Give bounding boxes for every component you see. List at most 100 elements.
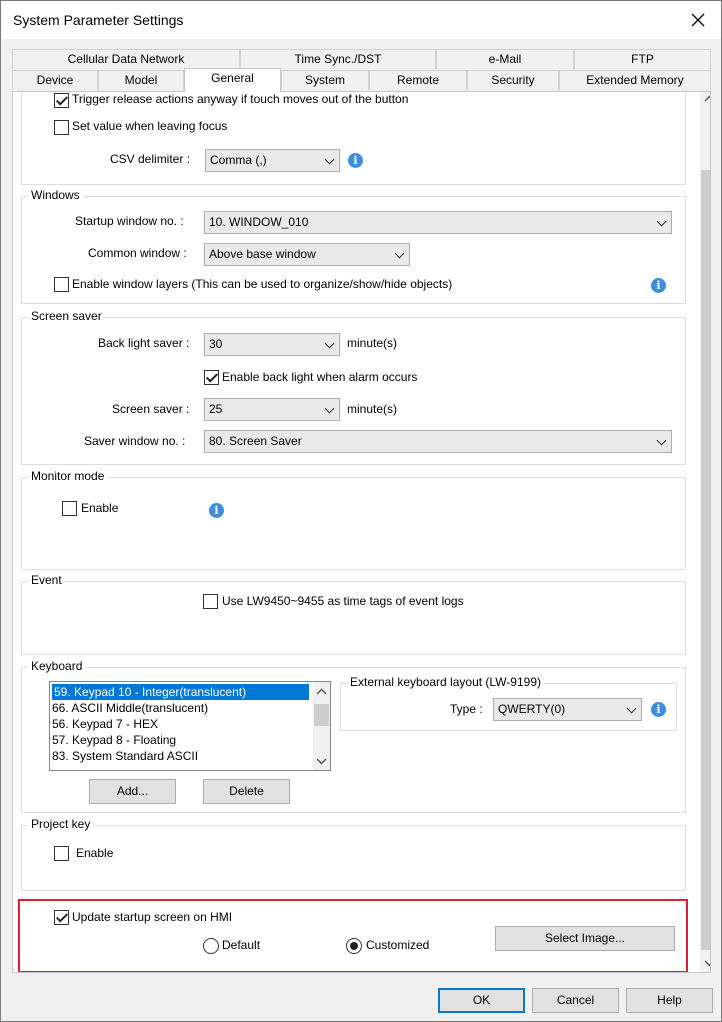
tab-ftp[interactable]: FTP <box>574 49 711 69</box>
windows-group-title: Windows <box>28 188 83 202</box>
update-startup-screen-label: Update startup screen on HMI <box>72 910 233 924</box>
add-keyboard-button[interactable]: Add... <box>89 779 176 804</box>
help-button[interactable]: Help <box>626 988 713 1013</box>
chevron-down-icon <box>324 403 335 414</box>
keyboard-type-select[interactable]: QWERTY(0) <box>493 698 642 721</box>
trigger-release-label: Trigger release actions anyway if touch … <box>72 92 409 106</box>
screen-saver-label: Screen saver : <box>112 402 190 416</box>
chevron-down-icon <box>394 248 405 259</box>
delete-keyboard-button[interactable]: Delete <box>203 779 290 804</box>
keyboard-list-scrollbar[interactable] <box>313 682 330 770</box>
event-group: Event Use LW9450~9455 as time tags of ev… <box>21 573 686 655</box>
trigger-release-checkbox[interactable] <box>54 93 69 108</box>
window-title: System Parameter Settings <box>13 12 184 28</box>
csv-delimiter-select[interactable]: Comma (,) <box>205 149 340 172</box>
tab-device[interactable]: Device <box>12 70 98 90</box>
close-icon <box>691 13 705 27</box>
default-radio[interactable] <box>203 938 219 954</box>
tab-security[interactable]: Security <box>467 70 559 90</box>
back-light-saver-value: 30 <box>209 337 223 351</box>
saver-window-select[interactable]: 80. Screen Saver <box>204 430 672 453</box>
keyboard-type-value: QWERTY(0) <box>498 702 566 716</box>
monitor-mode-group: Monitor mode Enable i <box>21 469 686 570</box>
default-radio-label: Default <box>222 938 261 952</box>
set-value-leaving-focus-label: Set value when leaving focus <box>72 119 228 133</box>
customized-radio-label: Customized <box>366 938 430 952</box>
saver-window-label: Saver window no. : <box>84 434 186 448</box>
cancel-button[interactable]: Cancel <box>532 988 619 1013</box>
common-window-value: Above base window <box>209 247 316 261</box>
windows-group: Windows Startup window no. : 10. WINDOW_… <box>21 188 686 304</box>
tab-extended-memory[interactable]: Extended Memory <box>559 70 711 90</box>
list-item[interactable]: 83. System Standard ASCII <box>50 748 330 764</box>
csv-delimiter-value: Comma (,) <box>210 153 267 167</box>
scroll-thumb[interactable] <box>314 704 329 726</box>
event-time-tags-label: Use LW9450~9455 as time tags of event lo… <box>222 594 464 608</box>
back-light-saver-label: Back light saver : <box>98 336 190 350</box>
external-keyboard-title: External keyboard layout (LW-9199) <box>347 675 544 689</box>
keyboard-group-title: Keyboard <box>28 659 86 673</box>
saver-window-value: 80. Screen Saver <box>209 434 302 448</box>
tab-email[interactable]: e-Mail <box>436 49 574 69</box>
info-icon[interactable]: i <box>348 153 363 168</box>
monitor-mode-enable-checkbox[interactable] <box>62 501 77 516</box>
title-bar: System Parameter Settings <box>1 1 721 39</box>
keyboard-listbox[interactable]: 59. Keypad 10 - Integer(translucent) 66.… <box>49 681 331 771</box>
enable-window-layers-checkbox[interactable] <box>54 277 69 292</box>
tab-model[interactable]: Model <box>98 70 184 90</box>
list-item[interactable]: 56. Keypad 7 - HEX <box>50 716 330 732</box>
scroll-thumb[interactable] <box>701 170 710 950</box>
tab-remote[interactable]: Remote <box>369 70 467 90</box>
general-tab-panel: Trigger release actions anyway if touch … <box>12 91 711 973</box>
customized-radio[interactable] <box>346 938 362 954</box>
panel-scrollbar[interactable] <box>700 92 711 972</box>
backlight-alarm-checkbox[interactable] <box>204 370 219 385</box>
list-item[interactable]: 59. Keypad 10 - Integer(translucent) <box>52 684 309 700</box>
info-icon[interactable]: i <box>651 278 666 293</box>
startup-window-label: Startup window no. : <box>75 214 184 228</box>
touch-settings-group: Trigger release actions anyway if touch … <box>21 92 686 185</box>
set-value-leaving-focus-checkbox[interactable] <box>54 120 69 135</box>
project-key-enable-checkbox[interactable] <box>54 846 69 861</box>
event-time-tags-checkbox[interactable] <box>203 594 218 609</box>
chevron-up-icon[interactable] <box>316 688 327 695</box>
chevron-down-icon <box>656 216 667 227</box>
keyboard-group: Keyboard 59. Keypad 10 - Integer(translu… <box>21 659 686 813</box>
back-light-saver-select[interactable]: 30 <box>204 333 340 356</box>
project-key-enable-label: Enable <box>76 846 114 860</box>
tab-system[interactable]: System <box>281 70 369 90</box>
event-group-title: Event <box>28 573 65 587</box>
chevron-down-icon <box>324 154 335 165</box>
chevron-up-icon[interactable] <box>704 95 711 102</box>
project-key-group: Project key Enable <box>21 817 686 891</box>
screen-saver-group: Screen saver Back light saver : 30 minut… <box>21 309 686 465</box>
project-key-group-title: Project key <box>28 817 94 831</box>
enable-window-layers-label: Enable window layers (This can be used t… <box>72 277 453 291</box>
chevron-down-icon <box>324 338 335 349</box>
close-button[interactable] <box>675 1 721 39</box>
monitor-mode-group-title: Monitor mode <box>28 469 108 483</box>
screen-saver-unit: minute(s) <box>347 402 398 416</box>
chevron-down-icon[interactable] <box>704 960 711 967</box>
chevron-down-icon[interactable] <box>316 758 327 765</box>
tab-cellular-data-network[interactable]: Cellular Data Network <box>12 49 240 69</box>
select-image-button[interactable]: Select Image... <box>495 926 675 951</box>
info-icon[interactable]: i <box>209 503 224 518</box>
common-window-label: Common window : <box>88 246 187 260</box>
common-window-select[interactable]: Above base window <box>204 243 410 266</box>
list-item[interactable]: 57. Keypad 8 - Floating <box>50 732 330 748</box>
list-item[interactable]: 66. ASCII Middle(translucent) <box>50 700 330 716</box>
startup-window-value: 10. WINDOW_010 <box>209 215 309 229</box>
startup-screen-highlight: Update startup screen on HMI Default Cus… <box>18 899 688 972</box>
info-icon[interactable]: i <box>651 702 666 717</box>
tab-time-sync-dst[interactable]: Time Sync./DST <box>240 49 436 69</box>
keyboard-type-label: Type : <box>450 702 483 716</box>
monitor-mode-enable-label: Enable <box>81 501 119 515</box>
screen-saver-select[interactable]: 25 <box>204 398 340 421</box>
tab-general[interactable]: General <box>184 68 281 92</box>
ok-button[interactable]: OK <box>438 988 525 1013</box>
update-startup-screen-checkbox[interactable] <box>54 910 69 925</box>
startup-window-select[interactable]: 10. WINDOW_010 <box>204 211 672 234</box>
screen-saver-value: 25 <box>209 402 223 416</box>
chevron-down-icon <box>626 703 637 714</box>
